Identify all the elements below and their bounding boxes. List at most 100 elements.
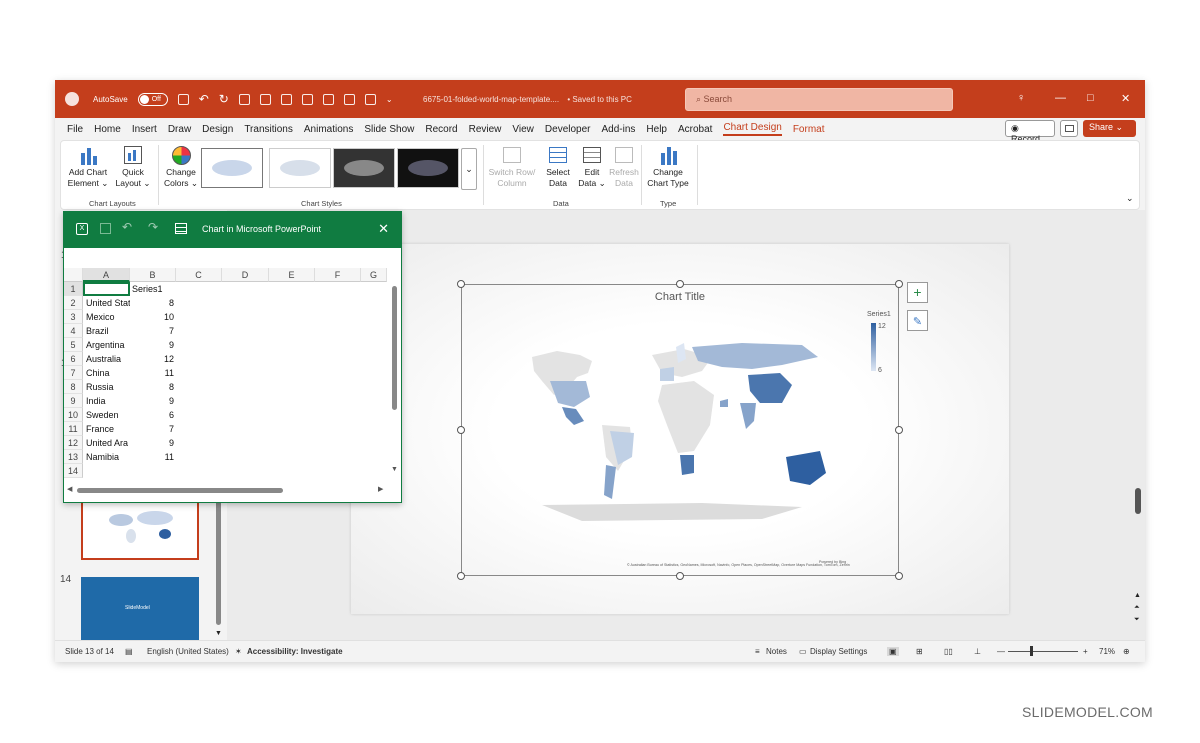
refresh-data-button[interactable]: Refresh Data — [607, 145, 641, 189]
row-header[interactable]: 7 — [64, 366, 83, 380]
tab-view[interactable]: View — [512, 124, 534, 135]
column-header-c[interactable]: C — [176, 268, 222, 282]
select-all-corner[interactable] — [64, 268, 83, 282]
resize-handle-s[interactable] — [676, 572, 684, 580]
value-cell[interactable]: 7 — [130, 324, 174, 338]
resize-handle-se[interactable] — [895, 572, 903, 580]
fit-slide-icon[interactable]: ⊕ — [1123, 647, 1130, 656]
value-cell[interactable]: 11 — [130, 450, 174, 464]
sheet-scroll-down-icon[interactable]: ▼ — [391, 466, 398, 473]
value-cell[interactable]: 9 — [130, 338, 174, 352]
record-button[interactable]: ◉ Record — [1005, 120, 1055, 144]
resize-handle-n[interactable] — [676, 280, 684, 288]
value-cell[interactable]: 7 — [130, 422, 174, 436]
excel-redo-icon[interactable]: ↷ — [148, 220, 158, 234]
sheet-horizontal-thumb[interactable] — [77, 488, 283, 493]
quick-layout-button[interactable]: Quick Layout ⌄ — [115, 145, 151, 189]
column-header-b[interactable]: B — [130, 268, 176, 282]
row-header[interactable]: 8 — [64, 380, 83, 394]
tab-acrobat[interactable]: Acrobat — [678, 124, 712, 135]
column-header-e[interactable]: E — [269, 268, 315, 282]
open-icon[interactable] — [238, 93, 250, 105]
country-cell[interactable]: Australia — [86, 352, 130, 366]
tab-insert[interactable]: Insert — [132, 124, 157, 135]
autosave-toggle[interactable]: Off — [137, 92, 168, 106]
row-header[interactable]: 1 — [64, 282, 83, 296]
column-header-g[interactable]: G — [361, 268, 387, 282]
spelling-icon[interactable]: ▤ — [125, 647, 133, 656]
value-cell[interactable]: 10 — [130, 310, 174, 324]
value-cell[interactable]: 9 — [130, 436, 174, 450]
undo-icon[interactable]: ↶ — [199, 92, 209, 106]
row-header[interactable]: 13 — [64, 450, 83, 464]
country-cell[interactable]: India — [86, 394, 130, 408]
chart-styles-more-button[interactable]: ⌄ — [461, 148, 477, 190]
country-cell[interactable]: Brazil — [86, 324, 130, 338]
slides-icon[interactable] — [343, 93, 355, 105]
tab-transitions[interactable]: Transitions — [244, 124, 293, 135]
row-header[interactable]: 4 — [64, 324, 83, 338]
scroll-up-icon[interactable]: ▲ — [1134, 592, 1141, 599]
tab-slide-show[interactable]: Slide Show — [364, 124, 414, 135]
collapse-ribbon-icon[interactable]: ⌄ — [1126, 193, 1134, 204]
active-cell-a1[interactable] — [83, 282, 130, 296]
value-cell[interactable]: 6 — [130, 408, 174, 422]
change-chart-type-button[interactable]: Change Chart Type — [645, 145, 691, 189]
reading-view-icon[interactable]: ▯▯ — [944, 647, 953, 656]
switch-row-column-button[interactable]: Switch Row/ Column — [487, 145, 537, 189]
excel-undo-icon[interactable]: ↶ — [122, 220, 132, 234]
tab-record[interactable]: Record — [425, 124, 457, 135]
column-header-f[interactable]: F — [315, 268, 361, 282]
save-icon[interactable] — [177, 93, 189, 105]
present-icon[interactable] — [322, 93, 334, 105]
zoom-slider[interactable] — [1008, 651, 1078, 652]
column-header-a[interactable]: A — [83, 268, 130, 282]
share-button[interactable]: Share ⌄ — [1083, 120, 1136, 137]
resize-handle-nw[interactable] — [457, 280, 465, 288]
notes-button[interactable]: Notes — [766, 647, 787, 656]
row-header[interactable]: 12 — [64, 436, 83, 450]
new-icon[interactable] — [259, 93, 271, 105]
edit-data-button[interactable]: Edit Data ⌄ — [575, 145, 609, 189]
column-header-d[interactable]: D — [222, 268, 269, 282]
add-chart-element-button[interactable]: Add Chart Element ⌄ — [67, 145, 109, 189]
value-cell[interactable]: 9 — [130, 394, 174, 408]
normal-view-icon[interactable]: ▣ — [887, 647, 899, 656]
zoom-out-icon[interactable]: — — [997, 647, 1005, 656]
chart-style-3[interactable] — [333, 148, 395, 188]
display-settings-button[interactable]: Display Settings — [810, 647, 867, 656]
email-icon[interactable] — [280, 93, 292, 105]
close-window-button[interactable]: ✕ — [1121, 92, 1130, 105]
display-settings-icon[interactable]: ▭ — [799, 647, 807, 656]
picture-icon[interactable] — [301, 93, 313, 105]
slide-pane-scrollbar[interactable] — [216, 500, 221, 625]
search-box[interactable]: ⌕ Search — [685, 88, 953, 111]
tab-help[interactable]: Help — [646, 124, 667, 135]
resize-handle-ne[interactable] — [895, 280, 903, 288]
redo-icon[interactable]: ↻ — [219, 92, 229, 106]
country-cell[interactable]: Mexico — [86, 310, 130, 324]
country-cell[interactable]: Russia — [86, 380, 130, 394]
row-header[interactable]: 10 — [64, 408, 83, 422]
slide-sorter-icon[interactable]: ⊞ — [916, 647, 923, 656]
tab-add-ins[interactable]: Add-ins — [602, 124, 636, 135]
tab-animations[interactable]: Animations — [304, 124, 353, 135]
map-chart[interactable]: Chart Title Series1 12 6 Powered by Bing… — [461, 284, 899, 576]
value-cell[interactable]: 8 — [130, 380, 174, 394]
tab-file[interactable]: File — [67, 124, 83, 135]
sheet-vertical-scrollbar[interactable]: ▼ — [391, 282, 398, 478]
slide-thumbnail-13[interactable] — [81, 494, 199, 560]
chart-style-2[interactable] — [269, 148, 331, 188]
maximize-button[interactable]: □ — [1087, 92, 1094, 104]
notes-icon[interactable]: ≡ — [755, 647, 760, 656]
excel-save-icon[interactable] — [100, 223, 111, 234]
row-header[interactable]: 3 — [64, 310, 83, 324]
tab-chart-design[interactable]: Chart Design — [723, 122, 782, 136]
comments-button[interactable] — [1060, 120, 1078, 137]
row-header[interactable]: 6 — [64, 352, 83, 366]
image-icon[interactable] — [364, 93, 376, 105]
country-cell[interactable]: United Stat — [86, 296, 130, 310]
language-indicator[interactable]: English (United States) — [147, 647, 229, 656]
zoom-in-icon[interactable]: + — [1083, 647, 1088, 656]
tab-developer[interactable]: Developer — [545, 124, 591, 135]
